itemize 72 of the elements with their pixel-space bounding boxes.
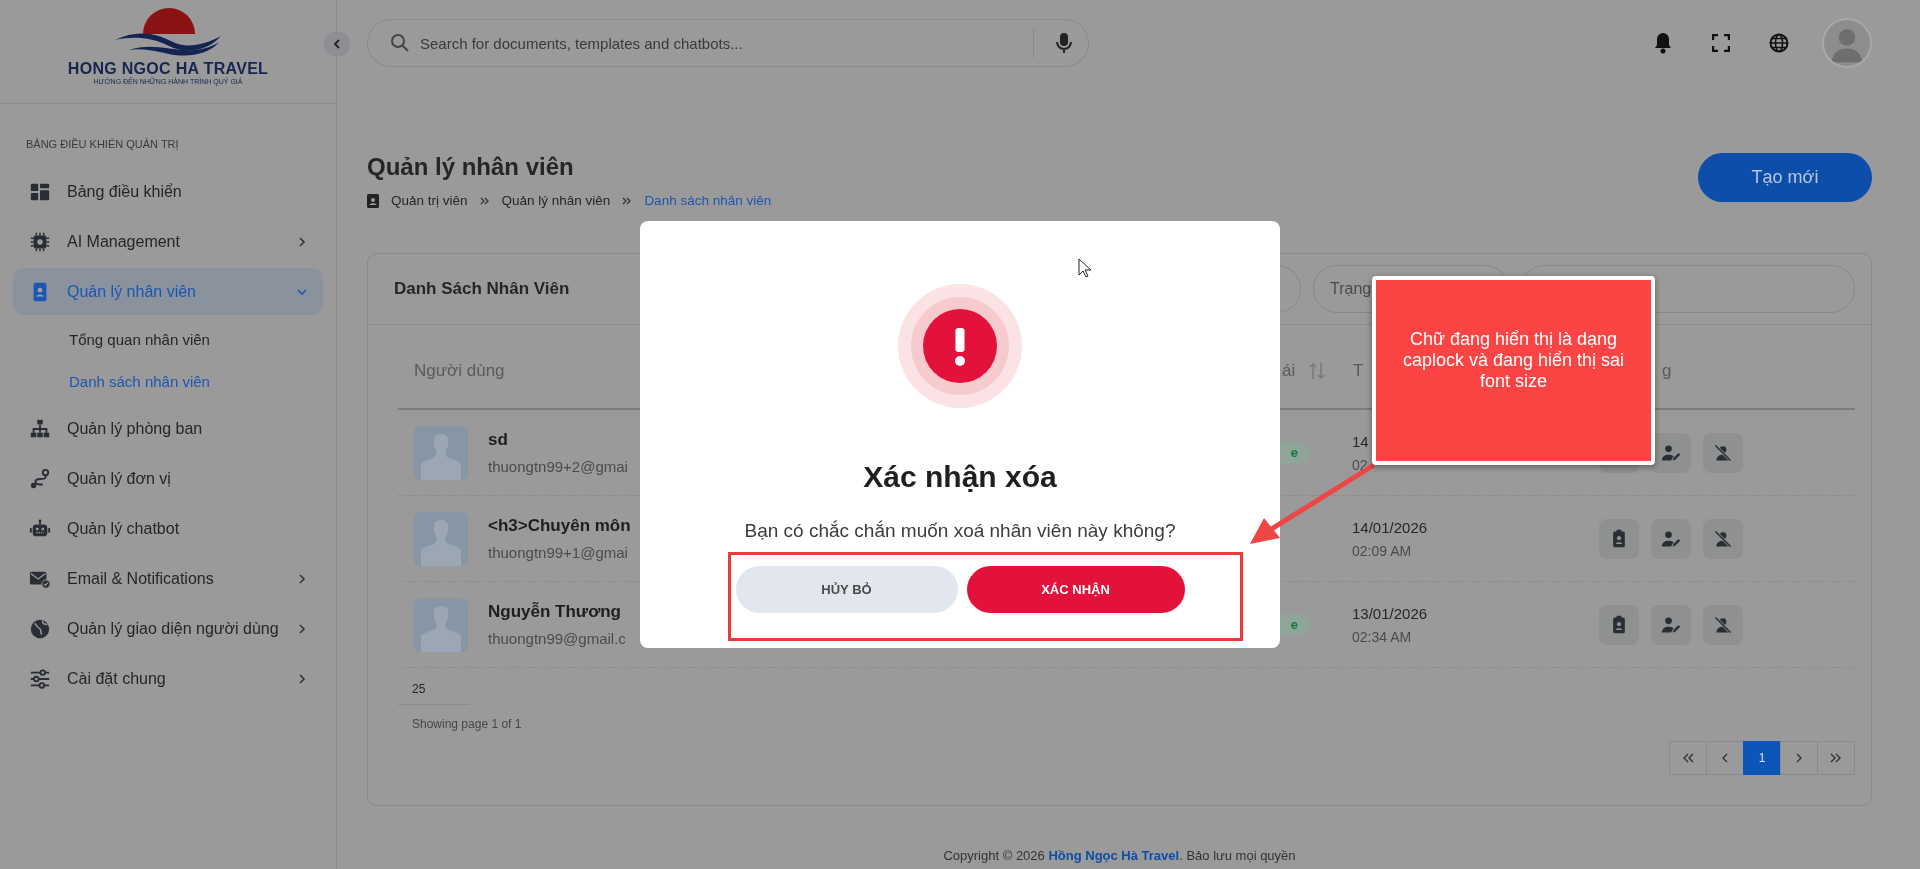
column-header: Người dùng — [414, 361, 505, 381]
remove-user-button[interactable] — [1703, 432, 1743, 473]
hierarchy-icon — [29, 417, 51, 440]
created-date: 13/01/2026 — [1352, 604, 1429, 622]
dialog-message: Bạn có chắc chắn muốn xoá nhân viên này không? — [744, 520, 1176, 542]
column-header: T — [1353, 361, 1364, 381]
double-chevron-icon — [479, 196, 490, 205]
bell-icon — [1653, 32, 1673, 54]
user-slash-icon — [1713, 442, 1733, 463]
page-size-select[interactable]: 25 — [398, 676, 470, 705]
breadcrumb-link[interactable]: Quản trị viên — [391, 193, 468, 208]
remove-user-button[interactable] — [1703, 518, 1743, 559]
avatar-placeholder-icon — [414, 597, 468, 652]
column-header: g — [1662, 361, 1672, 381]
avatar-placeholder-icon — [414, 425, 468, 480]
globe-icon — [29, 617, 51, 640]
sidebar-item[interactable]: Quản lý phòng ban — [13, 405, 323, 452]
section-label: BẢNG ĐIỀU KHIỂN QUẢN TRỊ — [26, 138, 180, 150]
mouse-cursor-icon — [1078, 258, 1092, 278]
route-icon — [29, 467, 51, 490]
id-badge-button[interactable] — [1599, 518, 1639, 559]
annotation-tooltip: Chữ đang hiển thị là dạng caplock và đang hiển thị sai font size — [1372, 276, 1655, 465]
sidebar-subitem[interactable]: Tổng quan nhân viên — [0, 318, 336, 360]
avatar-placeholder-icon — [414, 511, 468, 566]
user-email: thuongtn99@gmail.c — [488, 630, 626, 647]
created-time: 02:09 AM — [1352, 542, 1413, 559]
user-email: thuongtn99+2@gmai — [488, 458, 628, 475]
user-name: Nguyễn Thương — [488, 602, 622, 622]
id-badge-button[interactable] — [1599, 604, 1639, 645]
card-title: Danh Sách Nhân Viên — [394, 279, 570, 299]
sidebar-item[interactable]: Quản lý đơn vị — [13, 455, 323, 502]
sidebar-item[interactable]: Quản lý chatbot — [13, 505, 323, 552]
user-name: sd — [488, 430, 509, 450]
created-time: 02:34 AM — [1352, 628, 1413, 645]
globe-icon — [1769, 33, 1789, 53]
page-info: Showing page 1 of 1 — [412, 717, 523, 731]
create-button[interactable]: Tạo mới — [1698, 153, 1872, 202]
cancel-button[interactable]: HỦY BỎ — [735, 566, 958, 613]
sidebar-item[interactable]: Email & Notifications — [13, 555, 323, 602]
search-icon — [390, 33, 410, 53]
brand-name: HONG NGOC HA TRAVEL — [67, 60, 269, 77]
double-chevron-left-icon — [1682, 753, 1694, 763]
chip-icon — [29, 230, 51, 253]
sidebar-item[interactable]: Cài đặt chung — [13, 655, 323, 702]
sliders-icon — [29, 667, 51, 690]
microphone-icon[interactable] — [1056, 32, 1072, 54]
copyright-text: Copyright © 2026 Hồng Ngọc Hà Travel. Bảo lưu mọi quyền — [942, 848, 1297, 865]
warning-icon — [898, 284, 1022, 408]
collapse-sidebar-button[interactable] — [324, 31, 350, 57]
created-date: 14/01/2026 — [1352, 518, 1429, 536]
user-email: thuongtn99+1@gmai — [488, 544, 629, 561]
page-title: Quản lý nhân viên — [367, 153, 575, 181]
page-button[interactable]: 1 — [1743, 741, 1781, 775]
fullscreen-icon — [1712, 34, 1730, 52]
sidebar-item[interactable]: Bảng điều khiển — [13, 168, 323, 215]
chevron-left-icon — [332, 39, 342, 49]
dialog-title: Xác nhận xóa — [863, 460, 1057, 494]
id-badge-icon — [367, 193, 379, 208]
double-chevron-icon — [622, 196, 633, 205]
sidebar-item[interactable]: AI Management — [13, 218, 323, 265]
user-slash-icon — [1713, 528, 1733, 549]
confirm-button[interactable]: XÁC NHẬN — [966, 566, 1185, 613]
created-date: 14 — [1352, 432, 1370, 450]
breadcrumb-link[interactable]: Quản lý nhân viên — [501, 193, 611, 208]
remove-user-button[interactable] — [1703, 604, 1743, 645]
user-name: <h3>Chuyên môn — [488, 516, 631, 536]
sidebar-item[interactable]: Quản lý giao diện người dùng — [13, 605, 323, 652]
chevron-left-icon — [1721, 753, 1729, 763]
chevron-right-icon — [1795, 753, 1803, 763]
user-slash-icon — [1713, 614, 1733, 635]
double-chevron-right-icon — [1830, 753, 1842, 763]
edit-user-button[interactable] — [1651, 432, 1691, 473]
